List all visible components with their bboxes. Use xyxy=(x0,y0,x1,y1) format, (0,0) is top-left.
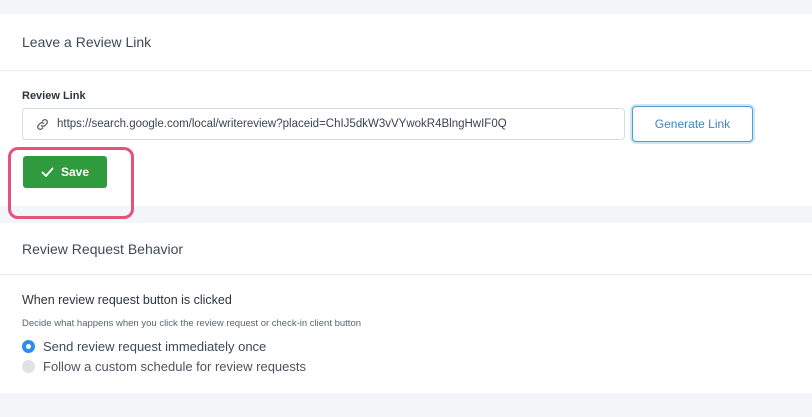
link-icon xyxy=(35,117,49,131)
radio-option-label: Send review request immediately once xyxy=(43,339,267,354)
behavior-section-title: When review request button is clicked xyxy=(22,293,232,307)
radio-option-send-immediately[interactable]: Send review request immediately once xyxy=(22,339,266,354)
save-button[interactable]: Save xyxy=(23,156,107,188)
review-link-label: Review Link xyxy=(22,90,86,102)
save-button-label: Save xyxy=(60,165,90,179)
review-request-behavior-card: Review Request Behavior When review requ… xyxy=(0,223,812,393)
review-link-card: Leave a Review Link Review Link https://… xyxy=(0,14,812,219)
review-link-input[interactable]: https://search.google.com/local/writerev… xyxy=(22,108,625,140)
generate-link-button[interactable]: Generate Link xyxy=(632,106,753,142)
radio-option-custom-schedule[interactable]: Follow a custom schedule for review requ… xyxy=(22,359,306,374)
review-link-card-title: Leave a Review Link xyxy=(0,14,812,71)
behavior-card-title: Review Request Behavior xyxy=(0,223,812,275)
radio-option-label: Follow a custom schedule for review requ… xyxy=(43,359,307,374)
checkmark-icon xyxy=(41,167,54,178)
radio-unselected-icon[interactable] xyxy=(22,360,35,373)
behavior-section-description: Decide what happens when you click the r… xyxy=(22,318,362,329)
radio-selected-icon[interactable] xyxy=(22,340,35,353)
review-link-value: https://search.google.com/local/writerev… xyxy=(57,118,507,130)
